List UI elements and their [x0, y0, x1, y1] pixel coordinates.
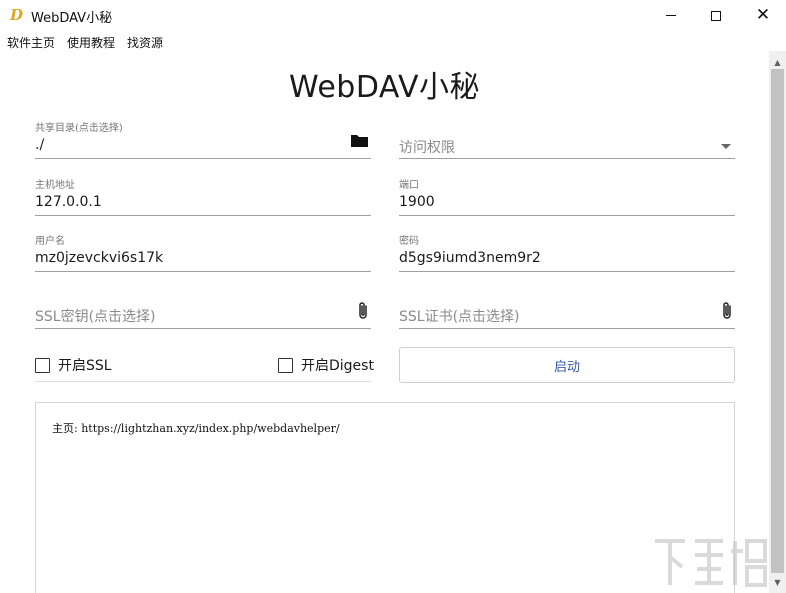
minimize-icon [666, 15, 676, 16]
host-label: 主机地址 [35, 180, 75, 191]
folder-icon[interactable] [350, 133, 369, 152]
port-label: 端口 [399, 180, 419, 191]
shared-dir-field[interactable]: 共享目录(点击选择) ./ [35, 119, 371, 159]
port-field[interactable]: 端口 1900 [399, 176, 735, 216]
menu-bar: 软件主页 使用教程 找资源 [0, 31, 786, 51]
title-bar: D WebDAV小秘 ✕ [0, 0, 786, 31]
menu-item-tutorial[interactable]: 使用教程 [67, 34, 115, 51]
password-value: d5gs9iumd3nem9r2 [399, 250, 541, 266]
log-output[interactable]: 主页: https://lightzhan.xyz/index.php/webd… [35, 402, 735, 593]
app-icon: D [10, 6, 24, 24]
paperclip-icon[interactable] [721, 301, 733, 325]
options-row: 开启SSL 开启Digest [35, 345, 374, 382]
enable-ssl-checkbox[interactable]: 开启SSL [35, 355, 112, 375]
access-permission-select[interactable]: 访问权限 [399, 119, 735, 159]
shared-dir-label: 共享目录(点击选择) [35, 123, 123, 134]
host-value: 127.0.0.1 [35, 194, 102, 210]
enable-ssl-label: 开启SSL [58, 358, 112, 374]
chevron-down-icon [721, 144, 731, 149]
ssl-cert-placeholder: SSL证书(点击选择) [399, 309, 520, 325]
username-field[interactable]: 用户名 mz0jzevckvi6s17k [35, 232, 371, 272]
password-field[interactable]: 密码 d5gs9iumd3nem9r2 [399, 232, 735, 272]
scrollbar-thumb[interactable] [771, 69, 784, 573]
port-value: 1900 [399, 194, 435, 210]
menu-item-homepage[interactable]: 软件主页 [7, 34, 55, 51]
scroll-down-arrow-icon[interactable]: ▼ [769, 575, 786, 589]
maximize-button[interactable] [693, 0, 739, 31]
scroll-up-arrow-icon[interactable]: ▲ [769, 55, 786, 69]
enable-digest-label: 开启Digest [301, 358, 374, 374]
close-icon: ✕ [755, 5, 771, 25]
ssl-key-placeholder: SSL密钥(点击选择) [35, 309, 156, 325]
start-button[interactable]: 启动 [399, 347, 735, 383]
enable-digest-checkbox[interactable]: 开启Digest [278, 355, 374, 375]
minimize-button[interactable] [648, 0, 694, 31]
page-title: WebDAV小秘 [288, 70, 481, 105]
checkbox-box[interactable] [35, 357, 50, 373]
maximize-icon [711, 10, 721, 21]
log-text: 主页: https://lightzhan.xyz/index.php/webd… [52, 422, 340, 435]
close-button[interactable]: ✕ [740, 0, 786, 31]
paperclip-icon[interactable] [357, 301, 369, 325]
checkbox-box[interactable] [278, 357, 293, 373]
password-label: 密码 [399, 236, 419, 247]
window-title: WebDAV小秘 [31, 11, 113, 26]
ssl-key-field[interactable]: SSL密钥(点击选择) [35, 289, 371, 329]
username-value: mz0jzevckvi6s17k [35, 250, 164, 266]
menu-item-find-resources[interactable]: 找资源 [127, 34, 163, 51]
ssl-cert-field[interactable]: SSL证书(点击选择) [399, 289, 735, 329]
shared-dir-value: ./ [35, 137, 45, 153]
watermark-logo [651, 535, 769, 593]
host-field[interactable]: 主机地址 127.0.0.1 [35, 176, 371, 216]
access-permission-placeholder: 访问权限 [399, 140, 455, 156]
username-label: 用户名 [35, 236, 65, 247]
